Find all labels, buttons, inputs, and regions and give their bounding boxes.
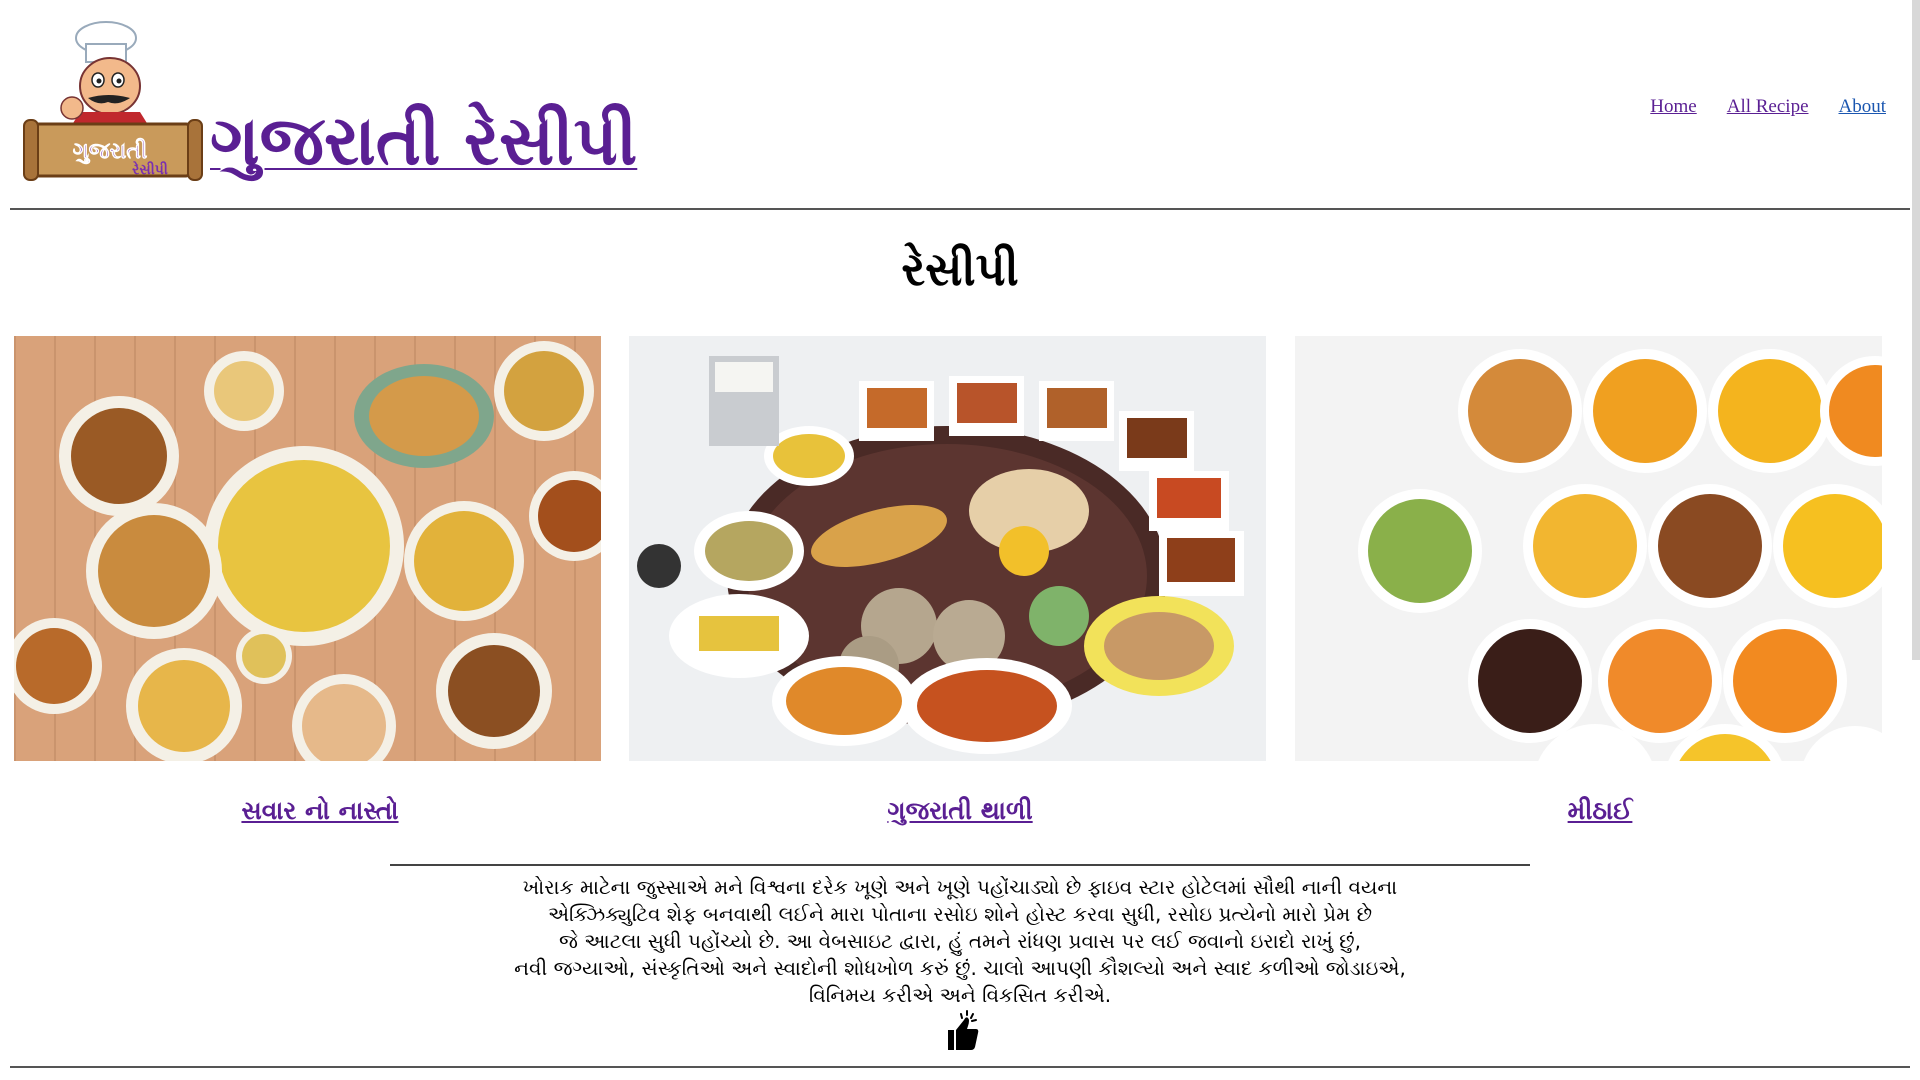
about-line: નવી જગ્યાઓ, સંસ્કૃતિઓ અને સ્વાદોની શોધખો… (514, 956, 1406, 980)
about-line: જે આટલા સુધી પહોંચ્યો છે. આ વેબસાઇટ દ્વા… (558, 929, 1361, 953)
svg-text:ગુજરાતી: ગુજરાતી (73, 138, 148, 164)
footer-divider (10, 1066, 1910, 1068)
card-image-sweets[interactable] (1295, 336, 1882, 761)
chef-logo-image: ગુજરાતી રેસીપી (23, 21, 203, 181)
about-line: ખોરાક માટેના જુસ્સાએ મને વિશ્વના દરેક ખૂ… (522, 875, 1398, 899)
card-link-thali[interactable]: ગુજરાતી થાળી (660, 796, 1260, 826)
card-link-sweets[interactable]: મીઠાઈ (1300, 796, 1900, 826)
site-title-link[interactable]: ગુજરાતી રેસીપી (210, 108, 637, 176)
site-header: ગુજરાતી રેસીપી ગુજરાતી રેસીપી Home All R… (10, 0, 1910, 210)
chef-logo[interactable]: ગુજરાતી રેસીપી (18, 16, 208, 182)
nav-all-recipe-link[interactable]: All Recipe (1727, 96, 1809, 118)
nav-about-link[interactable]: About (1839, 96, 1887, 118)
card-link-breakfast[interactable]: સવાર નો નાસ્તો (20, 796, 620, 826)
page: ગુજરાતી રેસીપી ગુજરાતી રેસીપી Home All R… (0, 0, 1920, 1080)
about-line: વિનિમય કરીએ અને વિકસિત કરીએ. (808, 983, 1112, 1007)
thumbs-up-icon[interactable] (940, 1010, 980, 1052)
main-nav: Home All Recipe About (1650, 96, 1886, 118)
card-image-thali[interactable] (629, 336, 1266, 761)
about-divider (390, 864, 1530, 866)
scrollbar[interactable] (1912, 0, 1920, 660)
header-divider (10, 208, 1910, 210)
snacks-platter-image (14, 336, 601, 761)
section-title: રેસીપી (901, 242, 1019, 296)
sweets-bowls-image (1295, 336, 1882, 761)
about-line: એક્ઝિક્યુટિવ શેફ બનવાથી લઈને મારા પોતાના… (547, 902, 1373, 926)
nav-home-link[interactable]: Home (1650, 96, 1696, 118)
card-image-breakfast[interactable] (14, 336, 601, 761)
about-paragraph: ખોરાક માટેના જુસ્સાએ મને વિશ્વના દરેક ખૂ… (380, 874, 1540, 1009)
svg-text:રેસીપી: રેસીપી (132, 160, 168, 178)
gujarati-thali-image (629, 336, 1266, 761)
